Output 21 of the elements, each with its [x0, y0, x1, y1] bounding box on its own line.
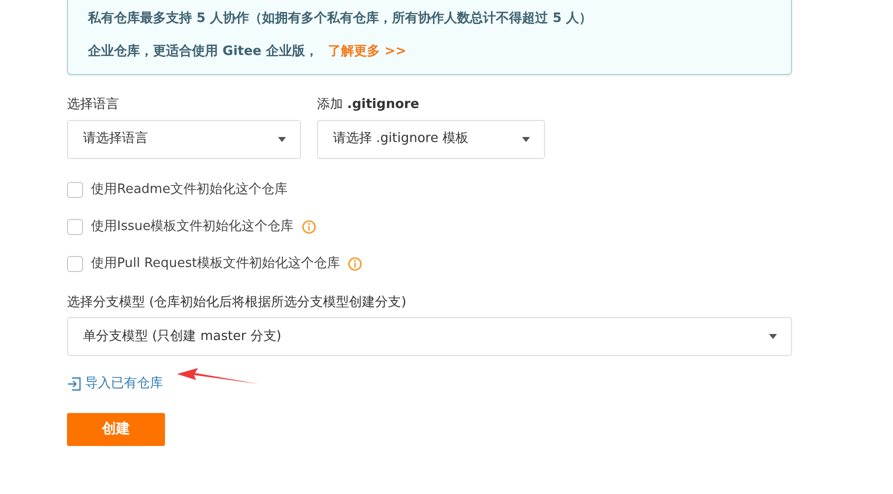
select-field[interactable]: 单分支模型 (只创建 master 分支) — [67, 317, 792, 356]
checkbox-label: 使用Pull Request模板文件初始化这个仓库 — [91, 255, 340, 274]
notice-text: 私有仓库最多支持 5 人协作（如拥有多个私有仓库，所有协作人数总计不得超过 5 人） — [88, 10, 594, 28]
select-field[interactable]: 请选择 .gitignore 模板 — [317, 120, 545, 158]
select-field[interactable]: 请选择语言 — [67, 120, 301, 158]
caret-icon — [769, 334, 777, 339]
checkbox-label: 使用Issue模板文件初始化这个仓库 — [91, 218, 294, 236]
info-icon[interactable] — [302, 220, 316, 234]
checkbox[interactable] — [67, 182, 83, 198]
checkbox-label: 使用Readme文件初始化这个仓库 — [91, 181, 288, 200]
info-icon[interactable] — [348, 257, 362, 271]
field-label: 添加 .gitignore — [317, 96, 420, 114]
import-icon — [67, 376, 81, 391]
caret-icon — [522, 136, 530, 142]
caret-icon — [278, 136, 286, 142]
field-label: 选择分支模型 (仓库初始化后将根据所选分支模型创建分支) — [67, 294, 408, 312]
notice-text: 企业仓库，更适合使用 Gitee 企业版， — [88, 44, 318, 59]
checkbox[interactable] — [67, 219, 83, 235]
import-link[interactable]: 导入已有仓库 — [67, 374, 163, 394]
checkbox[interactable] — [67, 256, 83, 272]
field-label: 选择语言 — [67, 96, 120, 114]
